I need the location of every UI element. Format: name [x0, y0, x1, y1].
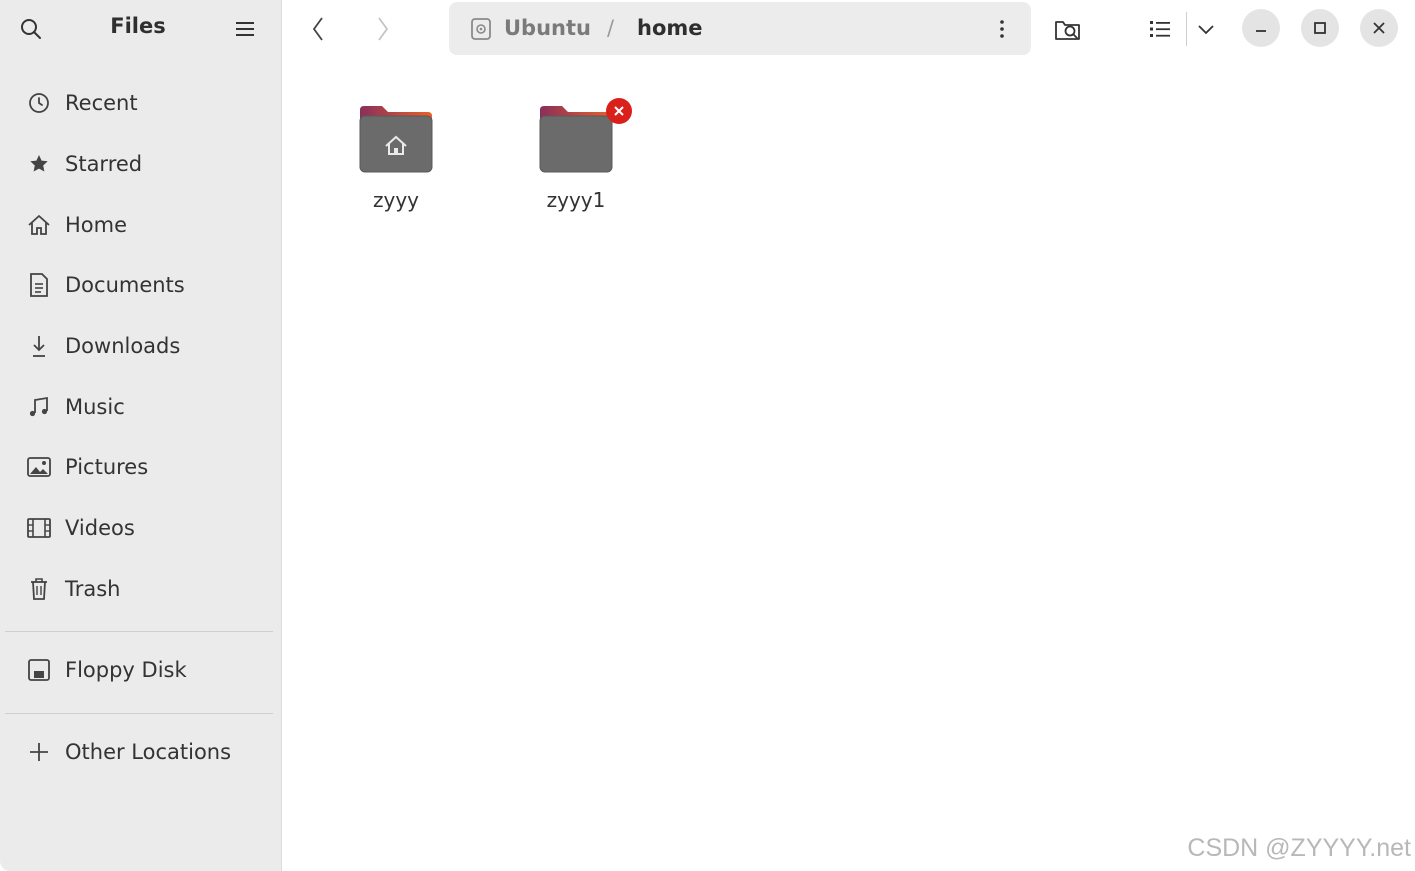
drive-icon — [471, 18, 491, 40]
hamburger-icon — [236, 22, 254, 36]
search-button[interactable] — [14, 12, 48, 46]
search-icon — [21, 19, 41, 39]
close-button[interactable] — [1360, 9, 1398, 47]
sidebar-header: Files — [0, 0, 282, 58]
file-name: zyyy — [372, 188, 419, 212]
sidebar-item-label: Home — [65, 212, 128, 237]
sidebar-item-label: Documents — [65, 273, 185, 298]
video-icon — [26, 515, 52, 541]
folder-search-icon — [1055, 21, 1080, 40]
path-menu-button[interactable] — [989, 16, 1015, 42]
sidebar-item-floppy-disk[interactable]: Floppy Disk — [0, 640, 282, 701]
sidebar-item-trash[interactable]: Trash — [0, 559, 282, 620]
sidebar-item-recent[interactable]: Recent — [0, 73, 282, 134]
sidebar-item-label: Other Locations — [65, 740, 232, 765]
maximize-icon — [1314, 22, 1326, 34]
document-icon — [26, 272, 52, 298]
back-button[interactable] — [299, 10, 337, 48]
sidebar-item-other-locations[interactable]: Other Locations — [0, 722, 282, 783]
sidebar-item-label: Music — [65, 394, 125, 419]
file-manager-window: Files Recent Starred Home Documents Down… — [0, 0, 1415, 871]
chevron-down-icon — [1198, 25, 1214, 35]
places-list: Recent Starred Home Documents Downloads … — [0, 73, 282, 619]
music-icon — [26, 394, 52, 420]
sidebar-item-home[interactable]: Home — [0, 194, 282, 255]
search-folder-button[interactable] — [1049, 10, 1087, 48]
picture-icon — [26, 454, 52, 480]
header-bar: Ubuntu / home — [282, 0, 1415, 58]
sidebar-divider — [5, 713, 273, 714]
forward-button[interactable] — [364, 10, 402, 48]
file-item-zyyy[interactable]: zyyy — [336, 104, 456, 212]
sidebar: Files Recent Starred Home Documents Down… — [0, 0, 282, 871]
minimize-button[interactable] — [1242, 9, 1280, 47]
sidebar-item-label: Starred — [65, 152, 143, 177]
sidebar-item-label: Downloads — [65, 334, 181, 359]
view-list-button[interactable] — [1141, 10, 1179, 48]
watermark: CSDN @ZYYYY.net — [1187, 834, 1411, 862]
sidebar-item-label: Floppy Disk — [65, 658, 187, 683]
sidebar-item-label: Trash — [65, 576, 121, 601]
chevron-left-icon — [312, 17, 323, 41]
close-icon — [1373, 22, 1385, 34]
plus-icon — [26, 739, 52, 765]
sidebar-item-starred[interactable]: Starred — [0, 134, 282, 195]
path-segment-ubuntu[interactable]: Ubuntu — [504, 16, 591, 40]
app-title: Files — [110, 14, 166, 38]
file-name: zyyy1 — [546, 188, 606, 212]
path-separator: / — [607, 16, 615, 40]
path-bar[interactable]: Ubuntu / home — [449, 2, 1031, 55]
sidebar-item-label: Videos — [65, 516, 135, 541]
view-options-button[interactable] — [1187, 10, 1225, 48]
sidebar-item-downloads[interactable]: Downloads — [0, 316, 282, 377]
trash-icon — [26, 576, 52, 602]
clock-icon — [26, 90, 52, 116]
vertical-dots-icon — [1000, 20, 1004, 38]
chevron-right-icon — [378, 17, 389, 41]
home-folder-icon — [358, 104, 434, 176]
sidebar-item-documents[interactable]: Documents — [0, 255, 282, 316]
file-item-zyyy1[interactable]: zyyy1 — [516, 98, 636, 212]
sidebar-item-label: Recent — [65, 91, 138, 116]
download-icon — [26, 333, 52, 359]
path-segment-home[interactable]: home — [637, 16, 703, 40]
floppy-icon — [26, 657, 52, 683]
folder-icon — [538, 98, 632, 176]
star-icon — [26, 151, 52, 177]
file-view: zyyy zyyy1 — [282, 58, 1415, 871]
home-icon — [26, 212, 52, 238]
error-badge-icon — [606, 98, 632, 124]
sidebar-item-videos[interactable]: Videos — [0, 498, 282, 559]
main-menu-button[interactable] — [228, 12, 262, 46]
sidebar-item-label: Pictures — [65, 455, 149, 480]
minimize-icon — [1256, 30, 1266, 32]
sidebar-divider — [5, 631, 273, 632]
maximize-button[interactable] — [1301, 9, 1339, 47]
sidebar-item-music[interactable]: Music — [0, 376, 282, 437]
sidebar-item-pictures[interactable]: Pictures — [0, 437, 282, 498]
list-view-icon — [1150, 21, 1170, 37]
